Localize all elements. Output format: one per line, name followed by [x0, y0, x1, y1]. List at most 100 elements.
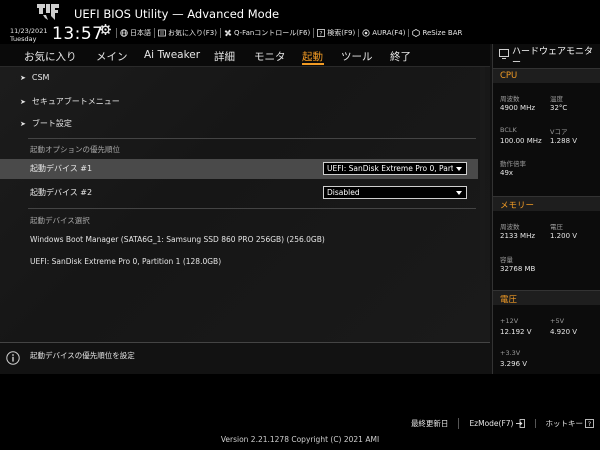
boot-option-2-select[interactable]: Disabled	[323, 186, 467, 199]
chevron-right-icon: ➤	[20, 73, 26, 82]
svg-text:?: ?	[588, 420, 591, 428]
tab-monitor[interactable]: モニタ	[254, 49, 286, 64]
aura-label: AURA(F4)	[372, 29, 406, 37]
v33-label: +3.3V	[500, 349, 521, 357]
mem-cap-value: 32768 MB	[500, 265, 536, 273]
section-divider	[28, 138, 476, 139]
header-bar: UEFI BIOS Utility — Advanced Mode 11/23/…	[0, 0, 600, 44]
favorites-label: お気に入り(F3)	[168, 29, 217, 37]
boot-option-1-label: 起動デバイス #1	[30, 164, 93, 173]
cpu-vcore-value: 1.288 V	[550, 137, 578, 145]
copyright-text: Version 2.21.1278 Copyright (C) 2021 AMI	[220, 435, 380, 444]
mem-volt-label: 電圧	[550, 223, 563, 231]
footer-bar: 最終更新日 EzMode(F7) ホットキー ? Version 2.21.12…	[0, 374, 600, 450]
submenu-secure-boot[interactable]: ➤ セキュアブートメニュー	[20, 96, 120, 107]
date-display: 11/23/2021 Tuesday	[10, 27, 47, 43]
monitor-icon	[499, 49, 509, 59]
mem-freq-value: 2133 MHz	[500, 232, 536, 240]
help-icon: ?	[585, 419, 594, 428]
footer-buttons: 最終更新日 EzMode(F7) ホットキー ?	[401, 418, 596, 429]
v33-value: 3.296 V	[500, 360, 528, 368]
ezmode-label: EzMode(F7)	[469, 419, 514, 428]
last-modified-label: 最終更新日	[410, 419, 449, 428]
clock-display: 13:57	[52, 24, 104, 44]
hotkeys-label: ホットキー	[545, 419, 584, 428]
globe-icon	[120, 29, 128, 37]
language-button[interactable]: 日本語	[116, 28, 154, 38]
resize-bar-icon	[412, 29, 421, 37]
hotkeys-button[interactable]: ホットキー ?	[536, 418, 597, 429]
tab-favorites[interactable]: お気に入り	[24, 49, 77, 64]
tab-exit[interactable]: 終了	[390, 49, 411, 64]
main-menu-bar: お気に入り メイン Ai Tweaker 詳細 モニタ 起動 ツール 終了	[0, 44, 490, 67]
submenu-csm[interactable]: ➤ CSM	[20, 73, 49, 82]
hw-monitor-title: ハードウェアモニター	[512, 47, 594, 68]
v5-label: +5V	[550, 317, 565, 325]
hw-memory-section: メモリー	[493, 196, 600, 211]
tab-tool[interactable]: ツール	[341, 49, 373, 64]
v5-value: 4.920 V	[550, 328, 578, 336]
chevron-down-icon	[456, 191, 462, 195]
chevron-right-icon: ➤	[20, 119, 26, 128]
help-text: 起動デバイスの優先順位を設定	[30, 351, 135, 360]
search-button[interactable]: ? 検索(F9)	[313, 28, 358, 38]
resize-bar-label: ReSize BAR	[422, 29, 463, 37]
qfan-button[interactable]: Q-Fanコントロール(F6)	[219, 28, 313, 38]
info-icon	[6, 351, 20, 365]
boot-override-heading: 起動デバイス選択	[30, 216, 90, 225]
submenu-boot-config-label: ブート設定	[31, 119, 72, 128]
tuf-logo-icon	[37, 4, 59, 20]
hw-voltage-heading: 電圧	[500, 295, 518, 305]
cpu-freq-label: 周波数	[500, 95, 520, 103]
mem-freq-label: 周波数	[500, 223, 520, 231]
resize-bar-button[interactable]: ReSize BAR	[408, 29, 465, 37]
search-help-icon: ?	[317, 29, 326, 37]
date-text: 11/23/2021	[10, 27, 48, 35]
hardware-monitor-panel: ハードウェアモニター CPU 周波数 温度 4900 MHz 32°C BCLK…	[492, 44, 600, 374]
v12-label: +12V	[500, 317, 519, 325]
boot-override-item[interactable]: Windows Boot Manager (SATA6G_1: Samsung …	[30, 235, 325, 244]
cpu-freq-value: 4900 MHz	[500, 104, 536, 112]
exit-arrow-icon	[515, 419, 525, 428]
section-divider	[28, 208, 476, 209]
bios-title: UEFI BIOS Utility — Advanced Mode	[74, 7, 280, 21]
cpu-bclk-value: 100.00 MHz	[500, 137, 542, 145]
fan-icon	[224, 29, 232, 37]
top-toolbar: 日本語 お気に入り(F3) Q-Fanコントロール(F6) ? 検索(F9) A…	[116, 28, 465, 38]
submenu-boot-config[interactable]: ➤ ブート設定	[20, 118, 72, 129]
cpu-ratio-label: 動作倍率	[500, 160, 526, 168]
help-bar: 起動デバイスの優先順位を設定	[0, 342, 490, 374]
tab-main[interactable]: メイン	[96, 49, 128, 64]
svg-text:?: ?	[320, 30, 323, 37]
cpu-temp-value: 32°C	[550, 104, 568, 112]
v12-value: 12.192 V	[500, 328, 532, 336]
qfan-label: Q-Fanコントロール(F6)	[233, 29, 311, 37]
aura-button[interactable]: AURA(F4)	[358, 29, 408, 37]
cpu-vcore-label: Vコア	[550, 128, 568, 136]
last-modified-button[interactable]: 最終更新日	[401, 418, 460, 429]
boot-override-item[interactable]: UEFI: SanDisk Extreme Pro 0, Partition 1…	[30, 257, 221, 266]
tab-advanced[interactable]: 詳細	[214, 49, 235, 64]
language-label: 日本語	[130, 29, 151, 37]
aura-icon	[362, 29, 370, 37]
boot-option-1-select[interactable]: UEFI: SanDisk Extreme Pro 0, Partition 1…	[323, 162, 467, 175]
chevron-down-icon	[456, 167, 462, 171]
hw-voltage-section: 電圧	[493, 290, 600, 305]
mem-cap-label: 容量	[500, 256, 513, 264]
gear-icon[interactable]	[100, 24, 111, 35]
mem-volt-value: 1.200 V	[550, 232, 578, 240]
search-label: 検索(F9)	[327, 29, 356, 37]
submenu-secure-boot-label: セキュアブートメニュー	[31, 97, 120, 106]
ezmode-button[interactable]: EzMode(F7)	[459, 419, 536, 428]
active-tab-indicator	[302, 63, 324, 65]
main-panel: ➤ CSM ➤ セキュアブートメニュー ➤ ブート設定 起動オプションの優先順位…	[0, 67, 490, 342]
main-scrollbar[interactable]	[480, 67, 485, 342]
day-text: Tuesday	[10, 35, 37, 43]
hw-cpu-heading: CPU	[500, 71, 518, 81]
tab-ai-tweaker[interactable]: Ai Tweaker	[144, 49, 200, 61]
boot-priority-heading: 起動オプションの優先順位	[30, 145, 120, 154]
boot-option-2-label: 起動デバイス #2	[30, 188, 93, 197]
boot-option-2-value: Disabled	[327, 188, 360, 197]
favorites-button[interactable]: お気に入り(F3)	[154, 28, 220, 38]
tab-boot[interactable]: 起動	[302, 49, 323, 64]
